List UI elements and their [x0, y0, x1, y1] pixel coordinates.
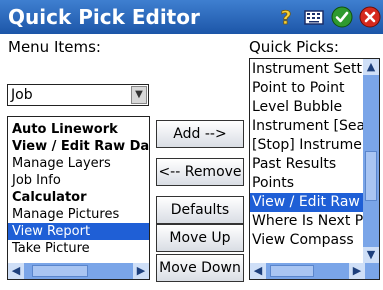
- scroll-left-icon[interactable]: ◀: [8, 263, 24, 279]
- list-item[interactable]: [Stop] Instrument: [250, 136, 376, 155]
- list-item[interactable]: Job Info: [8, 172, 149, 189]
- remove-button[interactable]: <-- Remove: [156, 158, 244, 186]
- keyboard-icon[interactable]: [303, 6, 325, 28]
- list-item[interactable]: Level Bubble: [250, 98, 364, 117]
- list-item[interactable]: Point to Point: [250, 79, 364, 98]
- list-item[interactable]: Where Is Next Point: [250, 212, 379, 231]
- quick-picks-vscrollbar[interactable]: ▲ ▼: [363, 59, 379, 263]
- svg-text:?: ?: [280, 7, 291, 28]
- list-item[interactable]: Points: [250, 174, 364, 193]
- ok-icon[interactable]: [331, 6, 353, 28]
- list-item[interactable]: Manage Pictures: [8, 206, 149, 223]
- title-bar: Quick Pick Editor ?: [0, 0, 383, 34]
- menu-items-label: Menu Items:: [8, 38, 101, 56]
- scroll-right-icon[interactable]: ▶: [133, 263, 149, 279]
- move-down-button[interactable]: Move Down: [156, 254, 244, 282]
- list-item[interactable]: View / Edit Raw Data: [250, 193, 379, 212]
- help-icon[interactable]: ?: [275, 6, 297, 28]
- list-item[interactable]: Past Results: [250, 155, 364, 174]
- scroll-right-icon[interactable]: ▶: [349, 263, 365, 279]
- list-item[interactable]: Take Picture: [8, 240, 149, 257]
- move-up-button[interactable]: Move Up: [156, 224, 244, 252]
- quick-picks-hscrollbar[interactable]: ◀ ▶: [250, 263, 379, 279]
- add-button[interactable]: Add -->: [156, 120, 244, 148]
- scroll-up-icon[interactable]: ▲: [363, 59, 379, 75]
- menu-category-select[interactable]: Job ▼: [7, 84, 149, 106]
- menu-items-list[interactable]: Auto Linework View / Edit Raw Data Manage …: [7, 116, 150, 280]
- scroll-thumb[interactable]: [32, 265, 88, 277]
- list-item[interactable]: View / Edit Raw Data: [8, 138, 149, 155]
- quick-picks-label: Quick Picks:: [249, 38, 339, 56]
- quick-picks-list[interactable]: Instrument Settings Point to Point Level B…: [249, 58, 380, 280]
- scroll-left-icon[interactable]: ◀: [250, 263, 266, 279]
- list-item[interactable]: View Compass: [250, 231, 364, 250]
- scroll-down-icon[interactable]: ▼: [363, 247, 379, 263]
- list-item[interactable]: Manage Layers: [8, 155, 149, 172]
- close-icon[interactable]: [359, 6, 381, 28]
- list-item[interactable]: Calculator: [8, 189, 149, 206]
- defaults-button[interactable]: Defaults: [156, 196, 244, 224]
- chevron-down-icon[interactable]: ▼: [131, 86, 147, 104]
- menu-category-value: Job: [11, 87, 33, 103]
- menu-items-hscrollbar[interactable]: ◀ ▶: [8, 263, 149, 279]
- scroll-thumb[interactable]: [270, 265, 314, 277]
- list-item[interactable]: Auto Linework: [8, 121, 149, 138]
- list-item[interactable]: View Report: [8, 223, 149, 240]
- scroll-thumb[interactable]: [365, 151, 377, 201]
- list-item[interactable]: Instrument [Search]: [250, 117, 379, 136]
- list-item[interactable]: Instrument Settings: [250, 60, 379, 79]
- window-title: Quick Pick Editor: [8, 5, 200, 29]
